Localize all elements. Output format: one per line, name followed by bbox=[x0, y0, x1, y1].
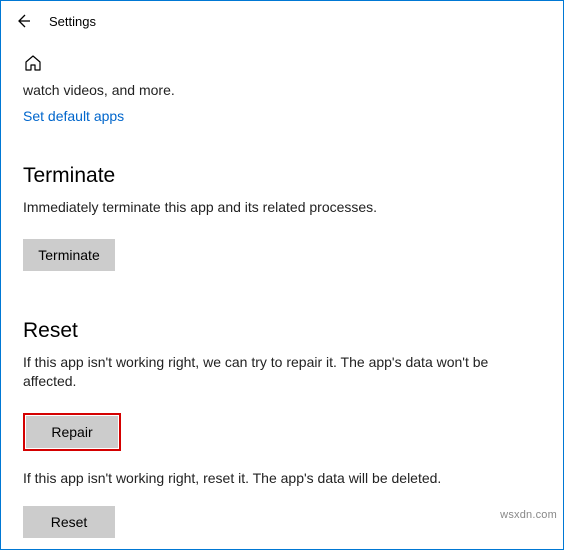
content-area: watch videos, and more. Set default apps… bbox=[1, 53, 563, 538]
terminate-heading: Terminate bbox=[23, 164, 541, 188]
terminate-description: Immediately terminate this app and its r… bbox=[23, 198, 541, 217]
repair-highlight: Repair bbox=[23, 413, 121, 451]
back-arrow-icon[interactable] bbox=[15, 13, 31, 29]
home-icon[interactable] bbox=[23, 53, 541, 76]
watermark-text: wsxdn.com bbox=[500, 509, 557, 521]
titlebar: Settings bbox=[1, 1, 563, 39]
truncated-description: watch videos, and more. bbox=[23, 82, 541, 98]
window-title: Settings bbox=[49, 14, 96, 29]
terminate-button[interactable]: Terminate bbox=[23, 239, 115, 271]
repair-button[interactable]: Repair bbox=[26, 416, 118, 448]
set-default-apps-link[interactable]: Set default apps bbox=[23, 108, 124, 124]
reset-heading: Reset bbox=[23, 319, 541, 343]
repair-description: If this app isn't working right, we can … bbox=[23, 353, 541, 391]
reset-description: If this app isn't working right, reset i… bbox=[23, 469, 541, 488]
reset-button[interactable]: Reset bbox=[23, 506, 115, 538]
